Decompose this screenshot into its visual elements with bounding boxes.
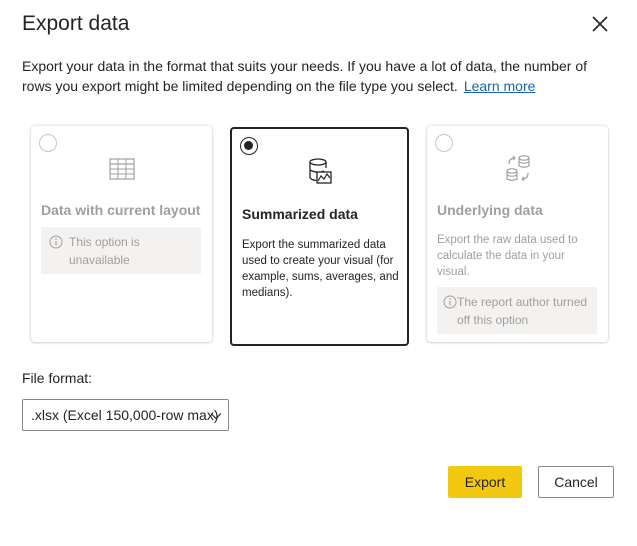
- option-description: Export the summarized data used to creat…: [242, 239, 399, 299]
- option-card-summarized-data[interactable]: Summarized data Export the summarized da…: [230, 127, 409, 346]
- dialog-description: Export your data in the format that suit…: [22, 56, 607, 96]
- cancel-button[interactable]: Cancel: [538, 466, 614, 498]
- dialog-title: Export data: [22, 12, 130, 35]
- file-format-label: File format:: [22, 370, 93, 386]
- learn-more-link[interactable]: Learn more: [464, 78, 536, 94]
- close-icon[interactable]: [588, 12, 612, 36]
- table-icon: [108, 158, 135, 180]
- info-icon: [49, 235, 63, 249]
- disabled-note: The report author turned off this option: [437, 287, 597, 334]
- export-data-dialog: Export data Export your data in the form…: [0, 0, 637, 546]
- radio-current-layout: [39, 134, 57, 152]
- summarized-data-icon: [308, 158, 332, 184]
- unavailable-note: This option is unavailable: [41, 227, 201, 274]
- note-text: The report author turned off this option: [457, 295, 588, 327]
- info-icon: [443, 295, 457, 309]
- chevron-down-icon: [210, 413, 222, 420]
- option-title: Data with current layout: [41, 202, 201, 218]
- radio-summarized-data[interactable]: [240, 137, 258, 155]
- file-format-dropdown[interactable]: .xlsx (Excel 150,000-row max): [22, 399, 229, 431]
- file-format-value: .xlsx (Excel 150,000-row max): [31, 407, 219, 423]
- option-card-current-layout: Data with current layout This option is …: [31, 126, 212, 342]
- radio-selected-dot: [244, 141, 253, 150]
- option-title: Summarized data: [242, 206, 358, 222]
- option-card-underlying-data: Underlying data Export the raw data used…: [427, 126, 608, 342]
- underlying-data-icon: [505, 155, 530, 182]
- note-text: This option is unavailable: [69, 235, 140, 267]
- radio-underlying-data: [435, 134, 453, 152]
- option-title: Underlying data: [437, 202, 543, 218]
- option-description: Export the raw data used to calculate th…: [437, 234, 578, 278]
- export-button[interactable]: Export: [448, 466, 522, 498]
